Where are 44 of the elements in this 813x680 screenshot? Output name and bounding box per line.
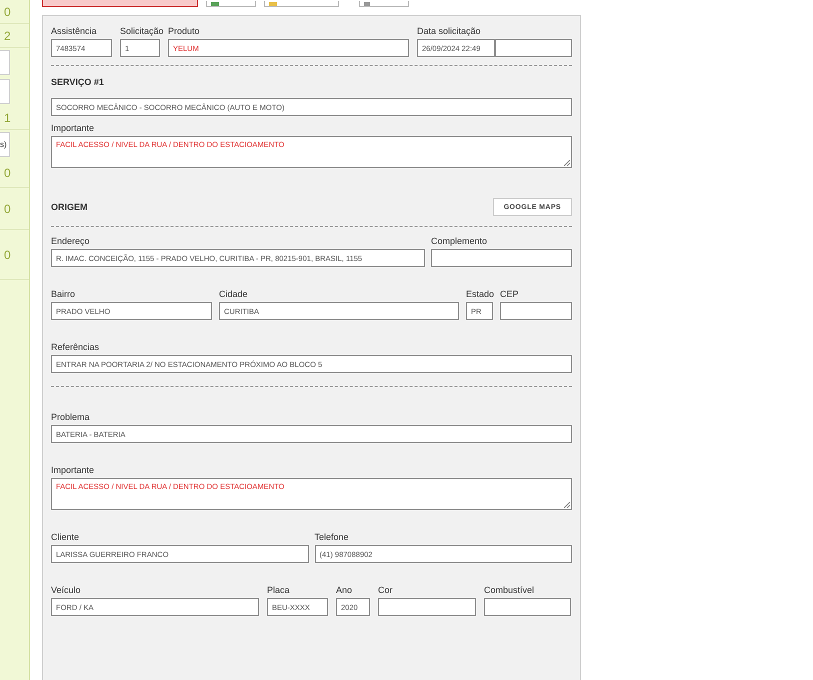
side-input-field[interactable]: s): [0, 132, 10, 157]
field-label: Combustível: [484, 585, 536, 597]
input-field[interactable]: [431, 249, 572, 267]
field-label: Complemento: [431, 236, 488, 248]
resize-grip-icon[interactable]: [564, 502, 570, 508]
field-label: Bairro: [51, 289, 76, 301]
box-icon: [364, 2, 370, 6]
field-label: Importante: [51, 123, 96, 135]
side-input-field[interactable]: [0, 50, 10, 75]
field-label: Cor: [378, 585, 394, 597]
field-label: Importante: [51, 465, 96, 477]
count-label: 2: [4, 28, 11, 42]
count-label: 0: [4, 202, 11, 216]
toolbar-button[interactable]: [206, 1, 256, 7]
time-field[interactable]: [495, 39, 572, 57]
toolbar-button[interactable]: [359, 1, 409, 7]
field-label: Veículo: [51, 585, 82, 597]
field-label: Placa: [267, 585, 291, 597]
field-label: Cliente: [51, 532, 80, 544]
field-label: Endereço: [51, 236, 91, 248]
resize-grip-icon[interactable]: [564, 160, 570, 166]
toolbar-button[interactable]: [264, 1, 339, 7]
field-label: Cidade: [219, 289, 249, 301]
image-icon: [211, 2, 219, 6]
folder-icon: [269, 2, 277, 6]
field-label: Referências: [51, 342, 100, 354]
field-label: Assistência: [51, 26, 98, 38]
side-input-field[interactable]: [0, 79, 10, 104]
count-label: 0: [4, 4, 11, 18]
field-label: Telefone: [314, 532, 350, 544]
field-label: Problema: [51, 412, 91, 424]
field-label: Produto: [168, 26, 201, 38]
field-label: Estado: [466, 289, 493, 301]
section-heading: SERVIÇO #1: [51, 77, 104, 87]
count-label: 0: [4, 166, 11, 180]
field-label: Data solicitação: [417, 26, 482, 38]
input-field[interactable]: [484, 598, 571, 616]
field-label: CEP: [500, 289, 520, 301]
section-heading: ORIGEM: [51, 202, 88, 212]
input-field[interactable]: [500, 302, 572, 320]
count-label: 1: [4, 110, 11, 124]
input-field[interactable]: [378, 598, 476, 616]
count-label: 0: [4, 248, 11, 262]
field-label: Ano: [336, 585, 354, 597]
